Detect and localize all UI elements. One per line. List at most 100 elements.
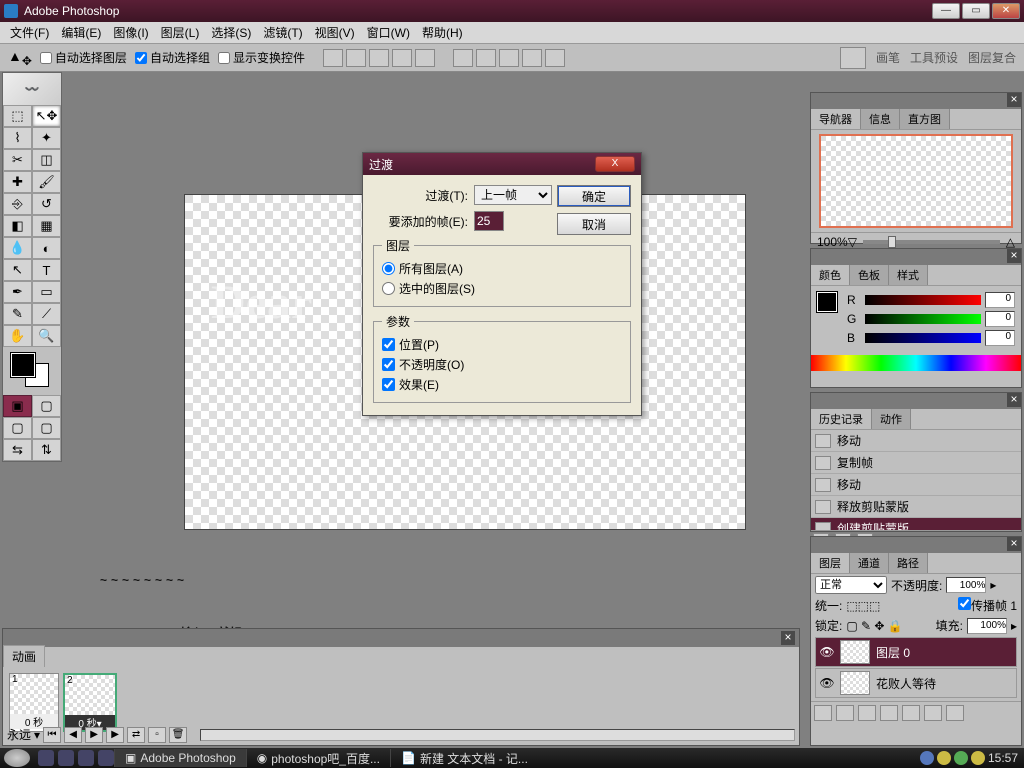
align-icon[interactable] [323,49,343,67]
tray-icon[interactable] [971,751,985,765]
swatches-tab[interactable]: 色板 [850,265,889,285]
fx-icon[interactable] [836,705,854,721]
layers-panel[interactable]: × 图层 通道 路径 正常 不透明度: ▸ 统一: ⬚⬚⬚ 传播帧 1 锁定: … [810,536,1022,746]
color-swatch[interactable] [3,347,61,395]
pen-tool[interactable]: ✒ [3,281,32,303]
marquee-tool[interactable]: ⬚ [3,105,32,127]
tween-icon[interactable]: ⇄ [127,727,145,743]
zoom-slider[interactable] [863,240,1000,244]
distribute-icon[interactable] [545,49,565,67]
new-frame-icon[interactable]: ▫ [148,727,166,743]
auto-select-group-checkbox[interactable]: 自动选择组 [135,49,210,66]
brush-tool[interactable]: 🖌 [32,171,61,193]
unify-icon[interactable]: ⬚⬚⬚ [846,599,880,613]
start-button[interactable] [4,749,30,767]
zoom-tool[interactable]: 🔍 [32,325,61,347]
align-icon[interactable] [392,49,412,67]
menu-select[interactable]: 选择(S) [205,22,257,43]
healing-tool[interactable]: ✚ [3,171,32,193]
prev-frame-icon[interactable]: ◀ [64,727,82,743]
propagate-checkbox[interactable] [958,597,971,610]
channels-tab[interactable]: 通道 [850,553,889,573]
navigator-panel[interactable]: × 导航器 信息 直方图 100% ▽ △ [810,92,1022,244]
hand-tool[interactable]: ✋ [3,325,32,347]
distribute-icon[interactable] [499,49,519,67]
animation-panel[interactable]: × 动画 1 0 秒 2 0 秒▾ 永远▾ ⏮ ◀ ▶ ▶ ⇄ ▫ 🗑 [2,628,800,746]
paths-tab[interactable]: 路径 [889,553,928,573]
red-slider[interactable] [865,295,981,305]
history-brush-tool[interactable]: ↺ [32,193,61,215]
dodge-tool[interactable]: ◐ [32,237,61,259]
scrollbar[interactable] [200,729,795,741]
opacity-checkbox[interactable]: 不透明度(O) [382,356,622,373]
frames-to-add-input[interactable] [474,211,504,231]
panel-close-icon[interactable]: × [1007,537,1021,551]
frame-thumb[interactable]: 1 0 秒 [9,673,59,732]
tray-icon[interactable] [954,751,968,765]
all-layers-radio[interactable]: 所有图层(A) [382,260,622,277]
menu-filter[interactable]: 滤镜(T) [257,22,308,43]
palette-well-icon[interactable] [840,47,866,69]
info-tab[interactable]: 信息 [861,109,900,129]
distribute-icon[interactable] [476,49,496,67]
visibility-icon[interactable]: 👁 [818,645,836,659]
position-checkbox[interactable]: 位置(P) [382,336,622,353]
distribute-icon[interactable] [522,49,542,67]
styles-tab[interactable]: 样式 [889,265,928,285]
red-value[interactable]: 0 [985,292,1015,308]
selected-layers-radio[interactable]: 选中的图层(S) [382,280,622,297]
type-tool[interactable]: T [32,259,61,281]
visibility-icon[interactable]: 👁 [818,676,836,690]
history-item[interactable]: 释放剪贴蒙版 [811,496,1021,518]
panel-close-icon[interactable]: × [1007,249,1021,263]
tray-icon[interactable] [937,751,951,765]
quicklaunch-icon[interactable] [78,750,94,766]
navigator-tab[interactable]: 导航器 [811,109,861,129]
layer-comps-tab[interactable]: 图层复合 [968,49,1016,66]
blend-mode-select[interactable]: 正常 [815,576,887,594]
history-panel[interactable]: × 历史记录 动作 移动 复制帧 移动 释放剪贴蒙版 创建剪贴蒙版 [810,392,1022,532]
tools-panel[interactable]: 〰️ ⬚ ↖✥ ⌇ ✦ ✂ ◫ ✚ 🖌 ⎆ ↺ ◧ ▦ 💧 ◐ ↖ T ✒ ▭ … [2,72,62,462]
quick-mask-icon[interactable]: ▣ [3,395,32,417]
align-icon[interactable] [415,49,435,67]
history-item[interactable]: 复制帧 [811,452,1021,474]
actions-tab[interactable]: 动作 [872,409,911,429]
taskbar-item[interactable]: ▣Adobe Photoshop [114,749,246,767]
zoom-out-icon[interactable]: ▽ [848,235,857,249]
history-item[interactable]: 移动 [811,474,1021,496]
layer-row[interactable]: 👁 图层 0 [815,637,1017,667]
jump-icon[interactable]: ⇆ [3,439,32,461]
layer-row[interactable]: 👁 花败人等待 [815,668,1017,698]
trash-icon[interactable] [946,705,964,721]
zoom-in-icon[interactable]: △ [1006,235,1015,249]
animation-tab[interactable]: 动画 [3,645,45,667]
transition-select[interactable]: 上一帧 [474,185,552,205]
opacity-input[interactable] [946,577,986,593]
link-icon[interactable] [814,705,832,721]
show-transform-checkbox[interactable]: 显示变换控件 [218,49,305,66]
trash-icon[interactable]: 🗑 [169,727,187,743]
quicklaunch-icon[interactable] [98,750,114,766]
history-tab[interactable]: 历史记录 [811,409,872,429]
dialog-close-button[interactable]: X [595,156,635,172]
mask-icon[interactable] [858,705,876,721]
adjustment-icon[interactable] [880,705,898,721]
group-icon[interactable] [902,705,920,721]
lock-icons[interactable]: ▢ ✎ ✥ 🔒 [846,619,902,633]
color-spectrum[interactable] [811,355,1021,371]
notes-tool[interactable]: ✎ [3,303,32,325]
align-icon[interactable] [369,49,389,67]
wand-tool[interactable]: ✦ [32,127,61,149]
menu-help[interactable]: 帮助(H) [416,22,469,43]
frame-thumb[interactable]: 2 0 秒▾ [63,673,117,732]
panel-close-icon[interactable]: × [1007,393,1021,407]
screen-mode-icon[interactable]: ▢ [32,395,61,417]
distribute-icon[interactable] [453,49,473,67]
next-frame-icon[interactable]: ▶ [106,727,124,743]
path-select-tool[interactable]: ↖ [3,259,32,281]
minimize-button[interactable]: — [932,3,960,19]
cancel-button[interactable]: 取消 [557,213,631,235]
green-value[interactable]: 0 [985,311,1015,327]
color-panel[interactable]: × 颜色 色板 样式 R0 G0 B0 [810,248,1022,388]
quicklaunch-icon[interactable] [58,750,74,766]
